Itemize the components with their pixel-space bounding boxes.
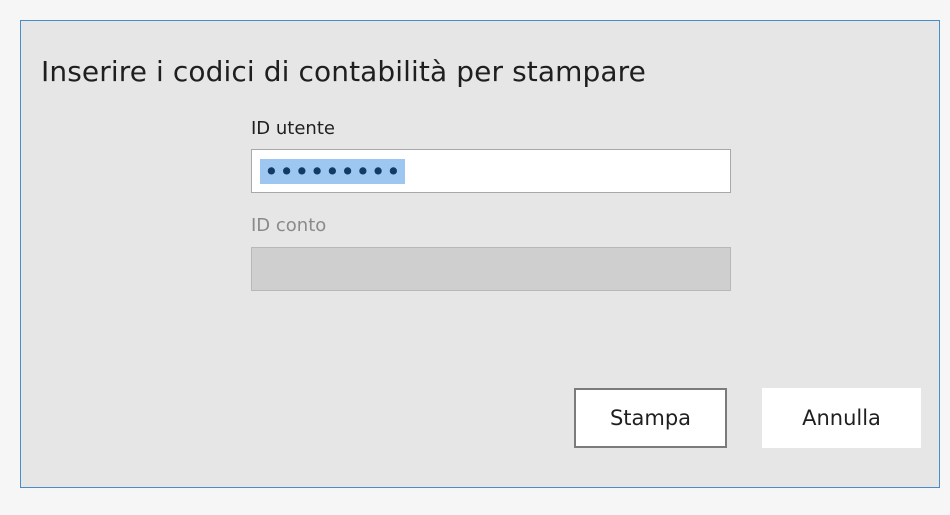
account-id-label: ID conto (251, 215, 327, 236)
masked-password-value: ••••••••• (260, 159, 406, 184)
user-id-label: ID utente (251, 118, 335, 139)
user-id-input[interactable]: ••••••••• (251, 149, 731, 193)
dialog-title: Inserire i codici di contabilità per sta… (41, 55, 646, 88)
cancel-button[interactable]: Annulla (762, 388, 921, 448)
page-background: Inserire i codici di contabilità per sta… (0, 0, 950, 515)
accounting-codes-dialog: Inserire i codici di contabilità per sta… (20, 20, 940, 488)
account-id-input (251, 247, 731, 291)
print-button[interactable]: Stampa (574, 388, 727, 448)
